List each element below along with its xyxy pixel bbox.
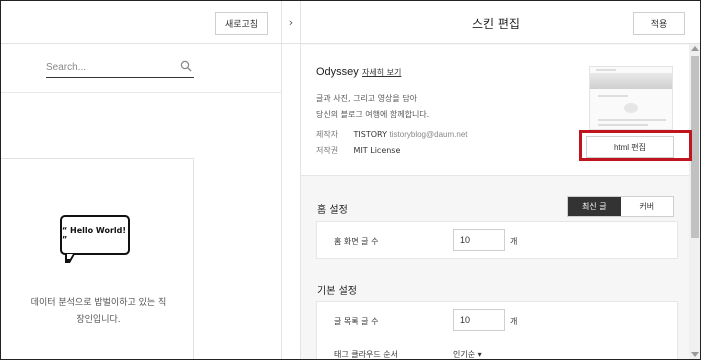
divider — [1, 92, 281, 93]
profile-card — [1, 158, 194, 359]
thumb-hero — [590, 73, 672, 89]
tagcloud-label: 태그 클라우드 순서 — [334, 350, 398, 359]
chevron-right-icon[interactable]: › — [281, 1, 301, 44]
tab-latest-posts[interactable]: 최신 글 — [568, 197, 621, 216]
refresh-button[interactable]: 새로고침 — [215, 12, 268, 35]
scroll-up-icon[interactable] — [691, 46, 699, 51]
skin-editor-panel: 스킨 편집 적용 Odyssey 자세히 보기 글과 사진, 그리고 영상을 담… — [301, 1, 700, 359]
list-posts-unit: 개 — [510, 317, 518, 326]
pane-toggle-column — [281, 1, 301, 359]
home-posts-unit: 개 — [510, 237, 518, 246]
thumb-image — [624, 103, 638, 113]
profile-bio: 데이터 분석으로 밥벌이하고 있는 직 장인입니다. — [11, 295, 186, 329]
search-box — [46, 58, 194, 78]
home-settings-box: 홈 화면 글 수 10 개 — [316, 221, 678, 259]
bio-line-2: 장인입니다. — [76, 315, 121, 325]
html-edit-highlight-box — [579, 130, 692, 161]
skin-desc-line-2: 당신의 블로그 여행에 함께합니다. — [316, 110, 430, 119]
search-icon[interactable] — [180, 60, 192, 72]
license-key: 저작권 — [316, 146, 339, 155]
tagcloud-select[interactable]: 인기순 ▾ — [453, 349, 482, 359]
home-posts-input[interactable]: 10 — [453, 229, 505, 251]
scroll-down-icon[interactable] — [691, 352, 699, 357]
list-posts-input[interactable]: 10 — [453, 309, 505, 331]
list-posts-label: 글 목록 글 수 — [334, 317, 379, 326]
thumb-text — [598, 95, 628, 97]
editor-scrollbar-thumb[interactable] — [691, 56, 699, 238]
thumb-nav — [596, 69, 616, 71]
license-row: 저작권 MIT License — [316, 145, 400, 156]
license-value: MIT License — [353, 146, 401, 155]
blog-preview-pane: 새로고침 “ Hello World! ” 데이터 분석으로 밥벌이하고 있는 … — [1, 1, 281, 359]
skin-description: 글과 사진, 그리고 영상을 담아 당신의 블로그 여행에 함께합니다. — [316, 91, 429, 123]
skin-desc-line-1: 글과 사진, 그리고 영상을 담아 — [316, 94, 418, 103]
author-key: 제작자 — [316, 130, 339, 139]
skin-thumbnail — [589, 66, 673, 130]
home-posts-label: 홈 화면 글 수 — [334, 237, 379, 246]
bubble-tail-inner — [67, 254, 73, 259]
author-email: tistoryblog@daum.net — [389, 130, 468, 139]
author-row: 제작자 TISTORY tistoryblog@daum.net — [316, 129, 467, 140]
thumb-text — [598, 119, 666, 121]
home-settings-title: 홈 설정 — [317, 205, 348, 216]
preview-toolbar: 새로고침 — [1, 1, 281, 44]
thumb-text — [598, 124, 648, 126]
basic-settings-box: 글 목록 글 수 10 개 태그 클라우드 순서 인기순 ▾ — [316, 301, 678, 359]
author-name: TISTORY — [353, 130, 387, 139]
bio-line-1: 데이터 분석으로 밥벌이하고 있는 직 — [30, 298, 167, 308]
skin-name: Odyssey — [316, 66, 359, 78]
basic-settings-title: 기본 설정 — [317, 286, 357, 297]
app-frame: 새로고침 “ Hello World! ” 데이터 분석으로 밥벌이하고 있는 … — [0, 0, 701, 360]
search-input[interactable] — [46, 58, 176, 76]
skin-detail-link[interactable]: 자세히 보기 — [362, 67, 401, 78]
editor-header: 스킨 편집 적용 — [301, 1, 700, 44]
tab-cover[interactable]: 커버 — [621, 197, 674, 216]
hello-world-bubble: “ Hello World! ” — [60, 215, 130, 255]
apply-button[interactable]: 적용 — [633, 12, 685, 35]
home-mode-toggle: 최신 글 커버 — [567, 196, 674, 217]
